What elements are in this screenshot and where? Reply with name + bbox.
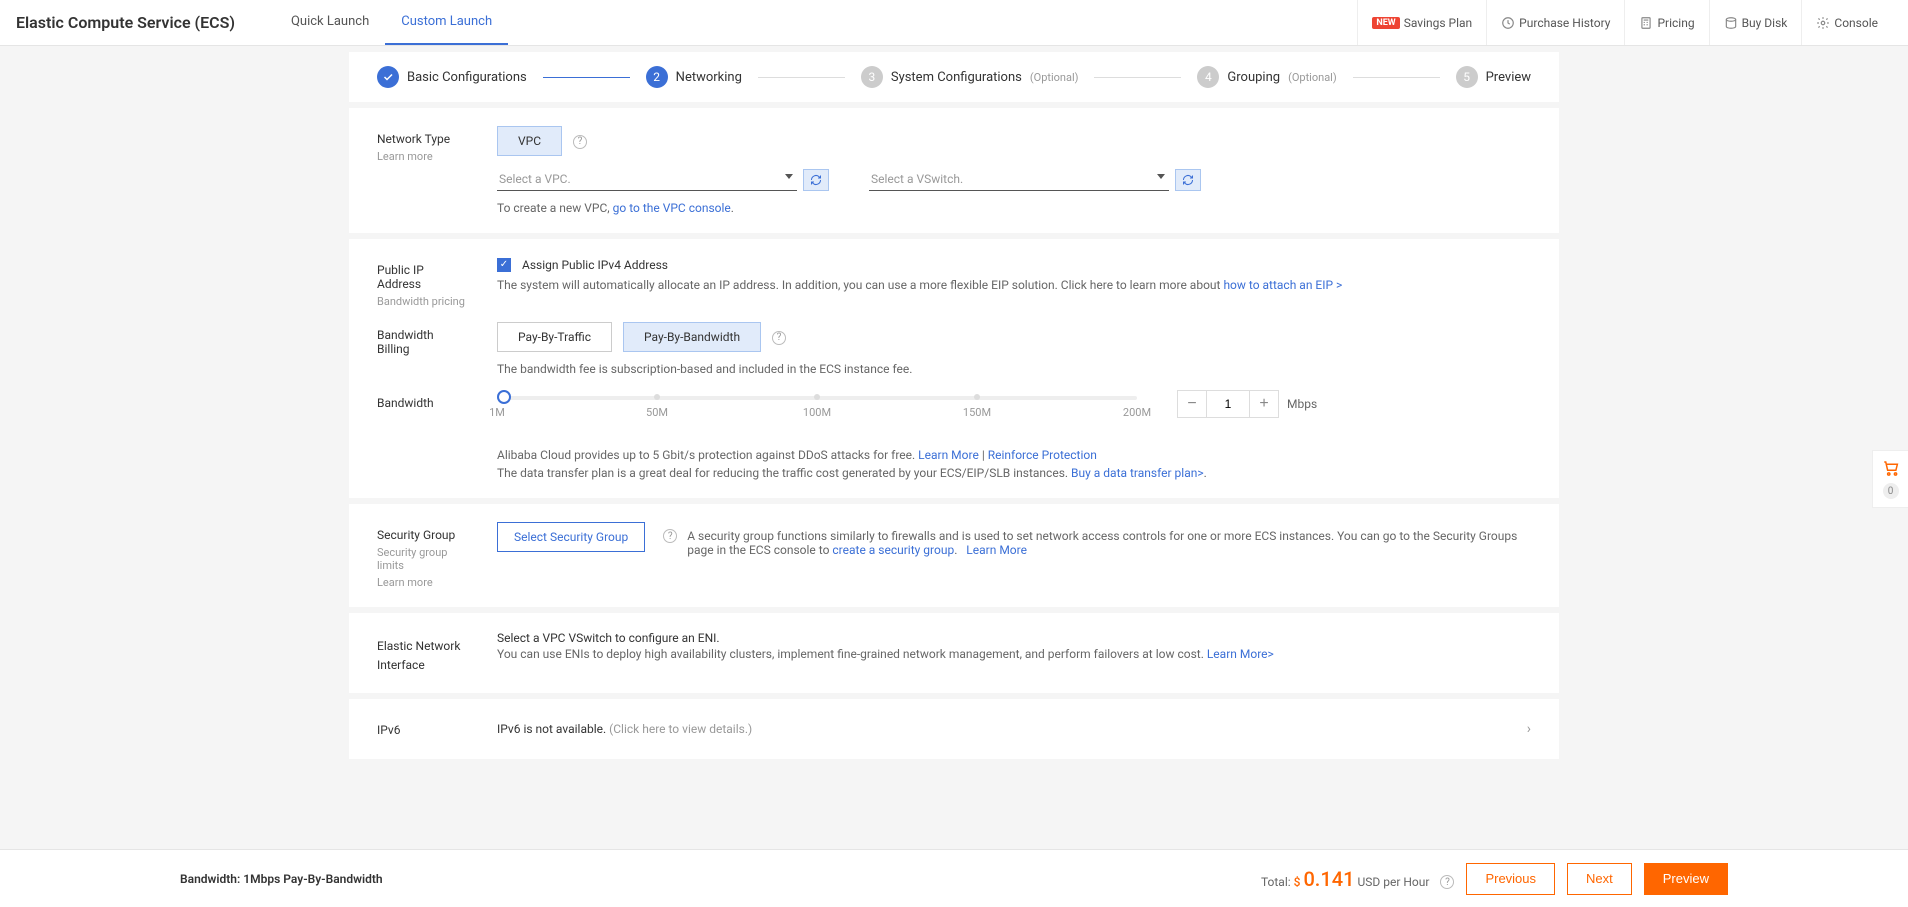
step-grouping[interactable]: 4 Grouping (Optional) — [1197, 66, 1336, 88]
help-icon[interactable]: ? — [663, 529, 677, 543]
page-header: Elastic Compute Service (ECS) Quick Laun… — [0, 0, 1908, 46]
buy-disk-link[interactable]: Buy Disk — [1709, 0, 1802, 45]
vpc-console-link[interactable]: go to the VPC console — [613, 201, 731, 215]
vswitch-refresh-button[interactable] — [1175, 169, 1201, 191]
clock-icon — [1501, 16, 1515, 30]
reinforce-protection-link[interactable]: Reinforce Protection — [988, 448, 1097, 462]
security-group-panel: Security Group Security group limits Lea… — [349, 504, 1559, 607]
ddos-note: Alibaba Cloud provides up to 5 Gbit/s pr… — [497, 448, 1531, 462]
refresh-icon — [1182, 174, 1194, 186]
bandwidth-input[interactable] — [1206, 391, 1250, 417]
data-transfer-note: The data transfer plan is a great deal f… — [497, 466, 1531, 480]
vpc-create-note: To create a new VPC, go to the VPC conso… — [497, 201, 1531, 215]
eni-label: Elastic Network Interface — [377, 631, 467, 675]
eni-panel: Elastic Network Interface Select a VPC V… — [349, 613, 1559, 693]
bandwidth-unit: Mbps — [1287, 390, 1317, 418]
eni-line1: Select a VPC VSwitch to configure an ENI… — [497, 631, 1531, 645]
bandwidth-slider[interactable]: 1M 50M 100M 150M 200M — [497, 390, 1137, 420]
vpc-refresh-button[interactable] — [803, 169, 829, 191]
bandwidth-stepper: − + — [1177, 390, 1279, 418]
sg-learn-more2-link[interactable]: Learn More — [966, 543, 1027, 557]
calculator-icon — [1639, 16, 1653, 30]
footer-summary: Bandwidth: 1Mbps Pay-By-Bandwidth — [180, 872, 383, 886]
eni-learn-more-link[interactable]: Learn More> — [1207, 647, 1274, 661]
sg-learn-more-link[interactable]: Learn more — [377, 576, 467, 589]
cart-count: 0 — [1883, 483, 1899, 499]
select-security-group-button[interactable]: Select Security Group — [497, 522, 645, 552]
disk-icon — [1724, 16, 1738, 30]
savings-plan-link[interactable]: NEW Savings Plan — [1357, 0, 1486, 45]
console-link[interactable]: Console — [1801, 0, 1892, 45]
previous-button[interactable]: Previous — [1466, 863, 1555, 895]
help-icon[interactable]: ? — [1440, 875, 1454, 889]
help-icon[interactable]: ? — [772, 331, 786, 345]
network-type-panel: Network Type Learn more VPC ? Select a V… — [349, 108, 1559, 233]
public-ip-desc: The system will automatically allocate a… — [497, 278, 1531, 292]
header-tabs: Quick Launch Custom Launch — [275, 0, 508, 45]
sg-limits-link[interactable]: Security group limits — [377, 546, 467, 572]
new-badge: NEW — [1372, 17, 1399, 29]
step-networking[interactable]: 2 Networking — [646, 66, 742, 88]
refresh-icon — [810, 174, 822, 186]
gear-icon — [1816, 16, 1830, 30]
bandwidth-increase-button[interactable]: + — [1250, 391, 1278, 417]
step-system[interactable]: 3 System Configurations (Optional) — [861, 66, 1079, 88]
chevron-down-icon — [785, 174, 793, 179]
ipv6-label: IPv6 — [377, 717, 467, 741]
bandwidth-decrease-button[interactable]: − — [1178, 391, 1206, 417]
eni-line2: You can use ENIs to deploy high availabi… — [497, 647, 1531, 661]
purchase-history-link[interactable]: Purchase History — [1486, 0, 1624, 45]
cart-widget[interactable]: 0 — [1872, 450, 1908, 508]
create-security-group-link[interactable]: create a security group — [832, 543, 954, 557]
bandwidth-label: Bandwidth — [377, 390, 467, 480]
vpc-select[interactable]: Select a VPC. — [497, 168, 797, 191]
step-basic[interactable]: Basic Configurations — [377, 66, 527, 88]
page-title: Elastic Compute Service (ECS) — [16, 13, 235, 32]
pay-by-traffic-option[interactable]: Pay-By-Traffic — [497, 322, 612, 352]
bandwidth-billing-label: Bandwidth Billing — [377, 322, 467, 376]
buy-data-transfer-link[interactable]: Buy a data transfer plan> — [1071, 466, 1204, 480]
vswitch-select[interactable]: Select a VSwitch. — [869, 168, 1169, 191]
tab-quick-launch[interactable]: Quick Launch — [275, 0, 385, 45]
assign-ipv4-label: Assign Public IPv4 Address — [522, 258, 668, 272]
header-actions: NEW Savings Plan Purchase History Pricin… — [1357, 0, 1892, 45]
cart-icon — [1882, 459, 1900, 477]
ipv6-panel: IPv6 IPv6 is not available. (Click here … — [349, 699, 1559, 759]
vpc-option[interactable]: VPC — [497, 126, 562, 156]
step-preview[interactable]: 5 Preview — [1456, 66, 1531, 88]
next-button[interactable]: Next — [1567, 863, 1632, 895]
ddos-learn-more-link[interactable]: Learn More — [918, 448, 979, 462]
assign-ipv4-checkbox[interactable]: ✓ — [497, 258, 511, 272]
public-ip-label: Public IP Address Bandwidth pricing — [377, 257, 467, 308]
chevron-right-icon: › — [1527, 721, 1531, 737]
security-group-label: Security Group Security group limits Lea… — [377, 522, 467, 589]
billing-note: The bandwidth fee is subscription-based … — [497, 362, 1531, 376]
network-learn-more[interactable]: Learn more — [377, 150, 467, 163]
network-type-label: Network Type Learn more — [377, 126, 467, 215]
sg-desc: A security group functions similarly to … — [687, 522, 1531, 557]
pricing-link[interactable]: Pricing — [1624, 0, 1708, 45]
ipv6-details-toggle[interactable]: IPv6 is not available. (Click here to vi… — [497, 717, 1531, 741]
price-display: Total: $ 0.141 USD per Hour ? — [1261, 867, 1455, 891]
pay-by-bandwidth-option[interactable]: Pay-By-Bandwidth — [623, 322, 761, 352]
help-icon[interactable]: ? — [573, 135, 587, 149]
public-ip-panel: Public IP Address Bandwidth pricing ✓ As… — [349, 239, 1559, 498]
bandwidth-pricing-link[interactable]: Bandwidth pricing — [377, 295, 467, 308]
preview-button[interactable]: Preview — [1644, 863, 1728, 895]
chevron-down-icon — [1157, 174, 1165, 179]
tab-custom-launch[interactable]: Custom Launch — [385, 0, 508, 45]
wizard-steps: Basic Configurations 2 Networking 3 Syst… — [349, 52, 1559, 102]
page-footer: Bandwidth: 1Mbps Pay-By-Bandwidth Total:… — [0, 849, 1908, 907]
eip-learn-link[interactable]: how to attach an EIP > — [1223, 278, 1342, 292]
slider-thumb[interactable] — [497, 390, 511, 404]
check-icon — [377, 66, 399, 88]
